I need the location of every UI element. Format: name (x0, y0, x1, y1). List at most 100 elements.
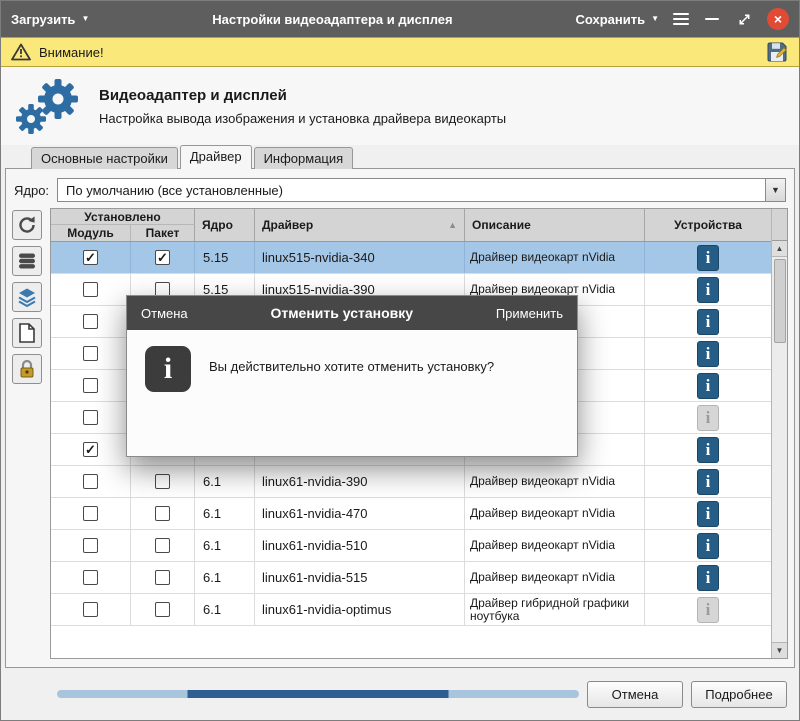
module-cell: ✓ (51, 434, 131, 465)
document-icon (18, 323, 36, 343)
table-row[interactable]: 6.1linux61-nvidia-510Драйвер видеокарт n… (51, 530, 771, 562)
close-button[interactable]: × (767, 8, 789, 30)
scroll-down-button[interactable]: ▼ (772, 642, 787, 658)
column-header-module[interactable]: Модуль (51, 225, 131, 241)
table-row[interactable]: ✓✓5.15linux515-nvidia-340Драйвер видеока… (51, 242, 771, 274)
device-info-button[interactable]: i (697, 565, 719, 591)
dialog-cancel-button[interactable]: Отмена (141, 306, 188, 321)
package-checkbox[interactable] (155, 538, 170, 553)
scroll-up-button[interactable]: ▲ (772, 241, 787, 257)
module-checkbox[interactable] (83, 602, 98, 617)
device-info-button[interactable]: i (697, 309, 719, 335)
package-checkbox[interactable]: ✓ (155, 250, 170, 265)
device-info-button[interactable]: i (697, 533, 719, 559)
module-cell (51, 402, 131, 433)
module-cell (51, 594, 131, 625)
package-checkbox[interactable] (155, 570, 170, 585)
minimize-button[interactable] (703, 10, 721, 28)
package-checkbox[interactable] (155, 474, 170, 489)
layers-button[interactable] (12, 282, 42, 312)
module-checkbox[interactable]: ✓ (83, 442, 98, 457)
refresh-button[interactable] (12, 210, 42, 240)
module-checkbox[interactable] (83, 506, 98, 521)
tab-main-settings[interactable]: Основные настройки (31, 147, 178, 169)
column-header-driver[interactable]: Драйвер ▲ (255, 209, 465, 241)
vertical-scrollbar[interactable]: ▲ ▼ (771, 209, 787, 658)
device-info-button[interactable]: i (697, 437, 719, 463)
refresh-icon (17, 215, 37, 235)
kernel-combobox-value: По умолчанию (все установленные) (58, 183, 765, 198)
save-floppy-icon[interactable] (765, 40, 789, 64)
device-info-button[interactable]: i (697, 501, 719, 527)
table-row[interactable]: 6.1linux61-nvidia-470Драйвер видеокарт n… (51, 498, 771, 530)
lock-button[interactable] (12, 354, 42, 384)
module-checkbox[interactable] (83, 474, 98, 489)
save-menu-label: Сохранить (575, 12, 645, 27)
device-info-button[interactable]: i (697, 277, 719, 303)
device-info-button[interactable]: i (697, 373, 719, 399)
dialog-apply-button[interactable]: Применить (496, 306, 563, 321)
dialog-title: Отменить установку (270, 305, 413, 321)
scrollbar-header-spacer (772, 209, 787, 241)
module-cell (51, 370, 131, 401)
kernel-combobox[interactable]: По умолчанию (все установленные) ▼ (57, 178, 786, 202)
database-button[interactable] (12, 246, 42, 276)
titlebar: Загрузить ▼ Настройки видеоадаптера и ди… (1, 1, 799, 37)
kernel-cell: 5.15 (195, 242, 255, 273)
device-info-button[interactable]: i (697, 341, 719, 367)
description-cell: Драйвер видеокарт nVidia (465, 498, 645, 529)
module-checkbox[interactable]: ✓ (83, 250, 98, 265)
maximize-button[interactable] (735, 10, 753, 28)
column-header-devices[interactable]: Устройства (645, 209, 771, 241)
devices-cell: i (645, 498, 771, 529)
document-button[interactable] (12, 318, 42, 348)
warning-bar: Внимание! (1, 37, 799, 67)
column-header-package[interactable]: Пакет (131, 225, 195, 241)
module-checkbox[interactable] (83, 538, 98, 553)
package-cell (131, 498, 195, 529)
load-menu-button[interactable]: Загрузить ▼ (11, 12, 89, 27)
combobox-dropdown-button[interactable]: ▼ (765, 179, 785, 201)
driver-cell: linux61-nvidia-optimus (255, 594, 465, 625)
module-checkbox[interactable] (83, 570, 98, 585)
save-menu-button[interactable]: Сохранить ▼ (575, 12, 659, 27)
package-cell (131, 562, 195, 593)
details-button[interactable]: Подробнее (691, 681, 787, 708)
description-cell: Драйвер видеокарт nVidia (465, 242, 645, 273)
kernel-cell: 6.1 (195, 498, 255, 529)
table-row[interactable]: 6.1linux61-nvidia-515Драйвер видеокарт n… (51, 562, 771, 594)
scrollbar-thumb[interactable] (774, 259, 786, 343)
module-checkbox[interactable] (83, 410, 98, 425)
devices-cell: i (645, 530, 771, 561)
column-header-kernel[interactable]: Ядро (195, 209, 255, 241)
tab-driver[interactable]: Драйвер (180, 145, 252, 169)
sort-ascending-icon: ▲ (448, 220, 457, 230)
package-checkbox[interactable] (155, 506, 170, 521)
description-cell: Драйвер гибридной графики ноутбука (465, 594, 645, 625)
package-checkbox[interactable] (155, 602, 170, 617)
table-row[interactable]: 6.1linux61-nvidia-optimusДрайвер гибридн… (51, 594, 771, 626)
driver-cell: linux61-nvidia-390 (255, 466, 465, 497)
kernel-cell: 6.1 (195, 530, 255, 561)
module-checkbox[interactable] (83, 378, 98, 393)
module-checkbox[interactable] (83, 282, 98, 297)
device-info-button[interactable]: i (697, 469, 719, 495)
devices-cell: i (645, 338, 771, 369)
app-window: Загрузить ▼ Настройки видеоадаптера и ди… (0, 0, 800, 721)
column-header-driver-label: Драйвер (262, 218, 313, 232)
column-header-description[interactable]: Описание (465, 209, 645, 241)
table-row[interactable]: 6.1linux61-nvidia-390Драйвер видеокарт n… (51, 466, 771, 498)
page-subtitle: Настройка вывода изображения и установка… (99, 111, 506, 126)
devices-cell: i (645, 562, 771, 593)
tab-bar: Основные настройки Драйвер Информация (1, 145, 799, 169)
device-info-button[interactable]: i (697, 245, 719, 271)
chevron-down-icon: ▼ (651, 15, 659, 23)
module-checkbox[interactable] (83, 346, 98, 361)
progress-bar (57, 690, 579, 698)
module-checkbox[interactable] (83, 314, 98, 329)
device-info-button: i (697, 405, 719, 431)
tab-information[interactable]: Информация (254, 147, 354, 169)
cancel-button[interactable]: Отмена (587, 681, 683, 708)
column-header-installed[interactable]: Установлено (51, 209, 195, 225)
hamburger-menu-button[interactable] (673, 10, 689, 28)
